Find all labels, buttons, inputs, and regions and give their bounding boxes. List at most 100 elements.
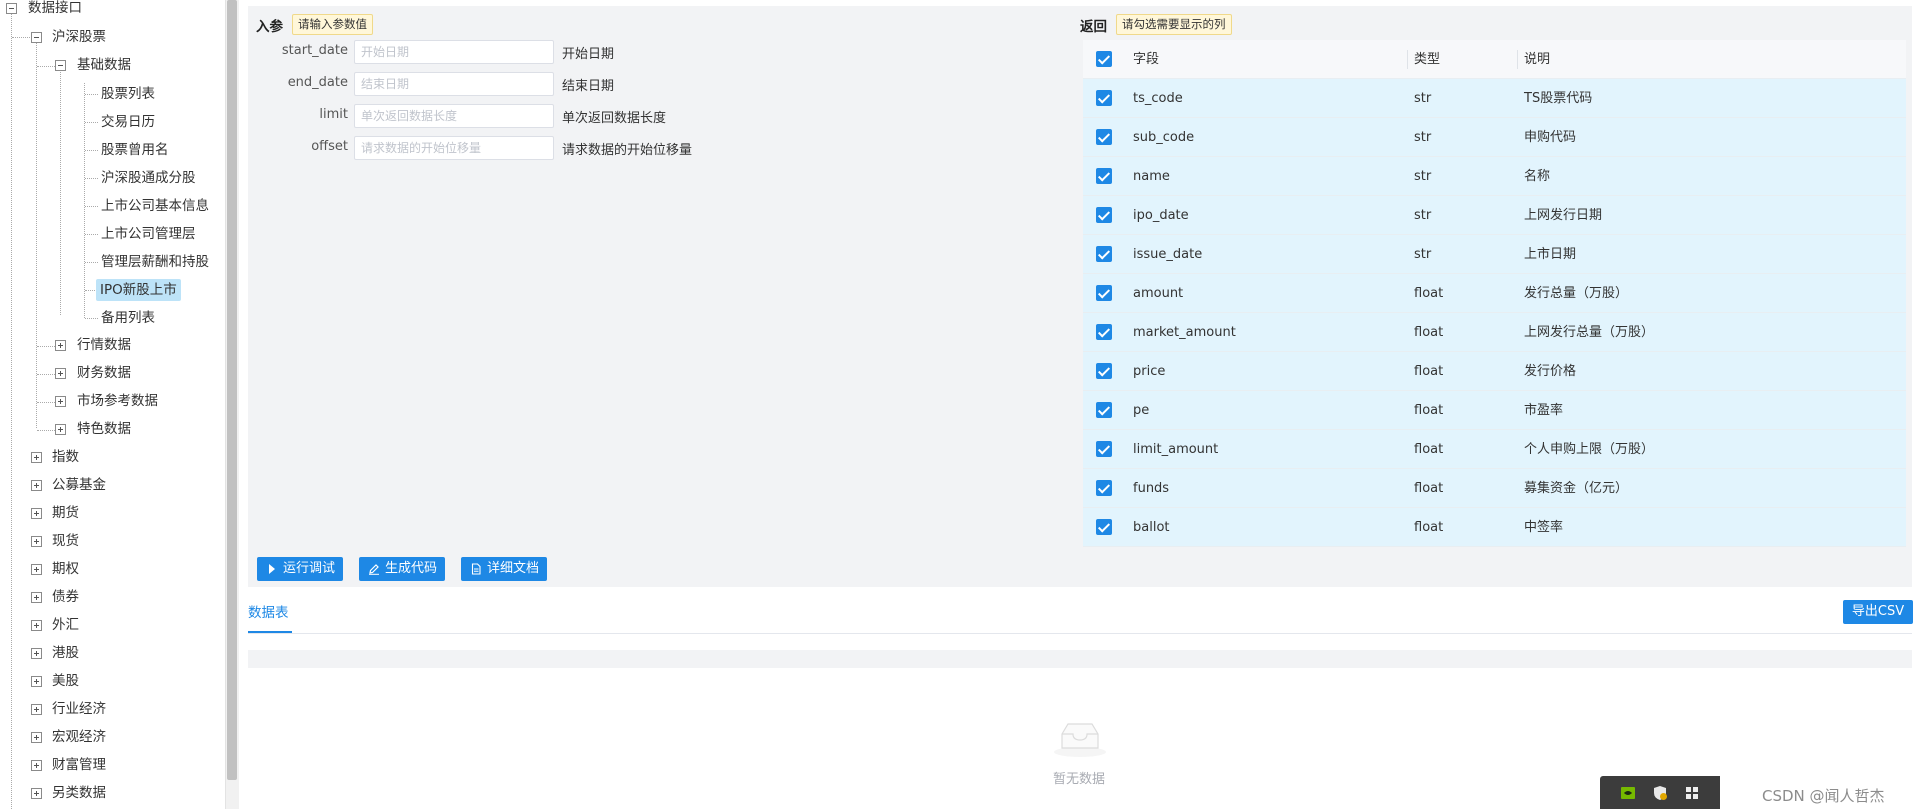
tree-leaf-rewards[interactable]: 管理层薪酬和持股 bbox=[101, 251, 209, 273]
tree-leaf-managers[interactable]: 上市公司管理层 bbox=[101, 223, 196, 245]
tree-leaf-bak-list[interactable]: 备用列表 bbox=[101, 307, 155, 329]
row-checkbox[interactable] bbox=[1096, 129, 1112, 145]
row-checkbox[interactable] bbox=[1096, 363, 1112, 379]
expand-toggle-us[interactable] bbox=[31, 676, 42, 687]
expand-toggle-index[interactable] bbox=[31, 452, 42, 463]
tree-node-basic[interactable]: 基础数据 bbox=[77, 54, 131, 76]
table-row[interactable]: pe float 市盈率 bbox=[1083, 391, 1906, 430]
select-all-checkbox[interactable] bbox=[1096, 51, 1112, 67]
tray-popup bbox=[1600, 776, 1720, 809]
row-checkbox[interactable] bbox=[1096, 207, 1112, 223]
tree-node-industry[interactable]: 行业经济 bbox=[52, 698, 106, 720]
table-row[interactable]: price float 发行价格 bbox=[1083, 352, 1906, 391]
table-row[interactable]: sub_code str 申购代码 bbox=[1083, 118, 1906, 157]
field-cell: price bbox=[1133, 364, 1166, 379]
desc-cell: 发行总量（万股） bbox=[1524, 286, 1629, 301]
table-row[interactable]: ts_code str TS股票代码 bbox=[1083, 79, 1906, 118]
tree-guide bbox=[85, 122, 98, 123]
table-row[interactable]: limit_amount float 个人申购上限（万股） bbox=[1083, 430, 1906, 469]
expand-toggle-fx[interactable] bbox=[31, 620, 42, 631]
expand-toggle-market[interactable] bbox=[55, 340, 66, 351]
tree-guide bbox=[85, 94, 98, 95]
expand-toggle-macro[interactable] bbox=[31, 732, 42, 743]
tree-node-special-data[interactable]: 特色数据 bbox=[77, 418, 131, 440]
table-row[interactable]: issue_date str 上市日期 bbox=[1083, 235, 1906, 274]
table-row[interactable]: ipo_date str 上网发行日期 bbox=[1083, 196, 1906, 235]
empty-state-text: 暂无数据 bbox=[1053, 772, 1106, 787]
tree-leaf-stock-list[interactable]: 股票列表 bbox=[101, 83, 155, 105]
tree-node-macro[interactable]: 宏观经济 bbox=[52, 726, 106, 748]
tree-node-wealth[interactable]: 财富管理 bbox=[52, 754, 106, 776]
tree-node-market-data[interactable]: 行情数据 bbox=[77, 334, 131, 356]
tree-guide bbox=[37, 374, 55, 375]
end-date-input[interactable] bbox=[354, 72, 554, 96]
nvidia-icon[interactable] bbox=[1620, 785, 1636, 801]
tree-node-hk[interactable]: 港股 bbox=[52, 642, 79, 664]
tree-node-alt[interactable]: 另类数据 bbox=[52, 782, 106, 804]
offset-input[interactable] bbox=[354, 136, 554, 160]
table-row[interactable]: ballot float 中签率 bbox=[1083, 508, 1906, 547]
expand-toggle-alt[interactable] bbox=[31, 788, 42, 799]
app-grid-icon[interactable] bbox=[1684, 785, 1700, 801]
row-checkbox[interactable] bbox=[1096, 246, 1112, 262]
table-row[interactable]: name str 名称 bbox=[1083, 157, 1906, 196]
collapse-toggle-basic[interactable] bbox=[55, 60, 66, 71]
expand-toggle-hk[interactable] bbox=[31, 648, 42, 659]
row-checkbox[interactable] bbox=[1096, 324, 1112, 340]
tree-node-stock[interactable]: 沪深股票 bbox=[52, 26, 106, 48]
tree-node-root[interactable]: 数据接口 bbox=[28, 0, 82, 19]
expand-toggle-special[interactable] bbox=[55, 424, 66, 435]
collapse-toggle-stock[interactable] bbox=[31, 32, 42, 43]
type-cell: str bbox=[1414, 247, 1432, 262]
tree-node-fx[interactable]: 外汇 bbox=[52, 614, 79, 636]
table-row[interactable]: amount float 发行总量（万股） bbox=[1083, 274, 1906, 313]
row-checkbox[interactable] bbox=[1096, 402, 1112, 418]
row-checkbox[interactable] bbox=[1096, 168, 1112, 184]
expand-toggle-fund[interactable] bbox=[31, 480, 42, 491]
tree-leaf-hs-const[interactable]: 沪深股通成分股 bbox=[101, 167, 196, 189]
generate-code-button[interactable]: 生成代码 bbox=[359, 557, 446, 581]
tree-node-index[interactable]: 指数 bbox=[52, 446, 79, 468]
tree-node-bond[interactable]: 债券 bbox=[52, 586, 79, 608]
expand-toggle-spot[interactable] bbox=[31, 536, 42, 547]
run-debug-button[interactable]: 运行调试 bbox=[257, 557, 344, 581]
row-checkbox[interactable] bbox=[1096, 441, 1112, 457]
docs-button[interactable]: 详细文档 bbox=[461, 557, 548, 581]
expand-toggle-industry[interactable] bbox=[31, 704, 42, 715]
table-row[interactable]: market_amount float 上网发行总量（万股） bbox=[1083, 313, 1906, 352]
tree-leaf-new-share[interactable]: IPO新股上市 bbox=[96, 279, 181, 301]
expand-toggle-futures[interactable] bbox=[31, 508, 42, 519]
tree-node-fund[interactable]: 公募基金 bbox=[52, 474, 106, 496]
tree-node-reference-data[interactable]: 市场参考数据 bbox=[77, 390, 158, 412]
tree-node-options[interactable]: 期权 bbox=[52, 558, 79, 580]
row-checkbox[interactable] bbox=[1096, 480, 1112, 496]
tree-node-futures[interactable]: 期货 bbox=[52, 502, 79, 524]
tree-leaf-company-info[interactable]: 上市公司基本信息 bbox=[101, 195, 209, 217]
export-csv-button[interactable]: 导出CSV bbox=[1843, 600, 1913, 624]
desc-cell: 上网发行日期 bbox=[1524, 208, 1603, 223]
start-date-input[interactable] bbox=[354, 40, 554, 64]
tree-node-spot[interactable]: 现货 bbox=[52, 530, 79, 552]
collapse-toggle-root[interactable] bbox=[6, 3, 17, 14]
tree-guide bbox=[37, 346, 55, 347]
tree-scrollbar-thumb[interactable] bbox=[227, 0, 237, 780]
expand-toggle-reference[interactable] bbox=[55, 396, 66, 407]
field-cell: issue_date bbox=[1133, 247, 1203, 262]
row-checkbox[interactable] bbox=[1096, 90, 1112, 106]
table-row[interactable]: funds float 募集资金（亿元） bbox=[1083, 469, 1906, 508]
tree-node-finance-data[interactable]: 财务数据 bbox=[77, 362, 131, 384]
tree-node-us[interactable]: 美股 bbox=[52, 670, 79, 692]
tab-data-table[interactable]: 数据表 bbox=[248, 601, 289, 621]
row-checkbox[interactable] bbox=[1096, 519, 1112, 535]
expand-toggle-bond[interactable] bbox=[31, 592, 42, 603]
limit-input[interactable] bbox=[354, 104, 554, 128]
row-checkbox[interactable] bbox=[1096, 285, 1112, 301]
field-cell: limit_amount bbox=[1133, 442, 1219, 457]
desc-cell: 申购代码 bbox=[1524, 130, 1577, 145]
expand-toggle-wealth[interactable] bbox=[31, 760, 42, 771]
tree-leaf-trade-calendar[interactable]: 交易日历 bbox=[101, 111, 155, 133]
expand-toggle-options[interactable] bbox=[31, 564, 42, 575]
tree-leaf-name-history[interactable]: 股票曾用名 bbox=[101, 139, 169, 161]
expand-toggle-finance[interactable] bbox=[55, 368, 66, 379]
security-shield-icon[interactable] bbox=[1652, 785, 1668, 801]
